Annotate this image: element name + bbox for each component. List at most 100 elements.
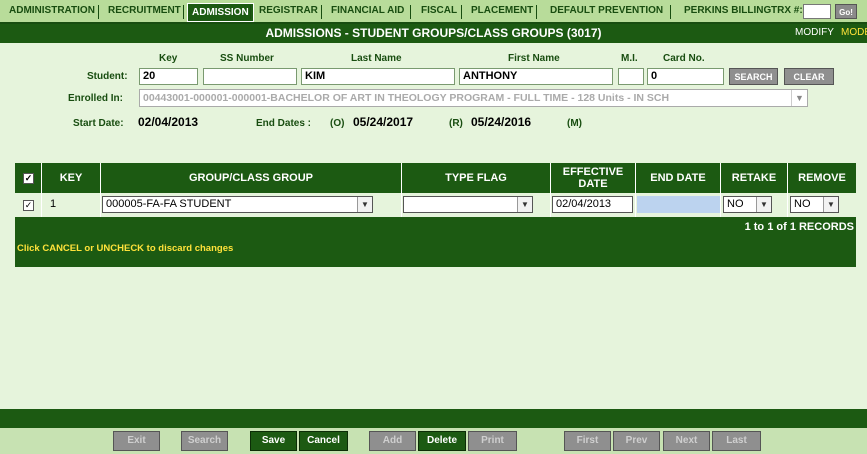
header-group: GROUP/CLASS GROUP xyxy=(101,163,402,193)
header-effective-line2: DATE xyxy=(578,178,608,190)
select-all-checkbox[interactable]: ✓ xyxy=(23,173,34,184)
page-title: ADMISSIONS - STUDENT GROUPS/CLASS GROUPS… xyxy=(265,26,602,40)
go-button[interactable]: Go! xyxy=(835,4,857,19)
chevron-down-icon: ▼ xyxy=(756,197,771,212)
enrolled-in-value: 00443001-000001-000001-BACHELOR OF ART I… xyxy=(143,92,670,104)
title-bar: ADMISSIONS - STUDENT GROUPS/CLASS GROUPS… xyxy=(0,24,867,43)
end-date-o-value: 05/24/2017 xyxy=(353,115,414,129)
row-key: 1 xyxy=(50,198,57,210)
row-key-cell: 1 xyxy=(42,193,101,217)
enrolled-in-select[interactable]: 00443001-000001-000001-BACHELOR OF ART I… xyxy=(139,89,808,107)
header-key: KEY xyxy=(42,163,101,193)
tab-separator xyxy=(410,5,411,19)
tab-financial-aid[interactable]: FINANCIAL AID xyxy=(331,5,404,21)
mi-field[interactable] xyxy=(618,68,644,85)
card-no-field[interactable]: 0 xyxy=(647,68,724,85)
first-name-field[interactable]: ANTHONY xyxy=(459,68,613,85)
add-button[interactable]: Add xyxy=(369,431,416,451)
tab-separator xyxy=(461,5,462,19)
end-date-field[interactable] xyxy=(637,196,720,213)
row-select-cell: ✓ xyxy=(15,193,42,217)
card-no-column-label: Card No. xyxy=(663,53,705,64)
header-remove: REMOVE xyxy=(798,172,846,184)
search-footer-button[interactable]: Search xyxy=(181,431,228,451)
end-date-m-label: (M) xyxy=(567,118,582,129)
prev-button[interactable]: Prev xyxy=(613,431,660,451)
tab-registrar[interactable]: REGISTRAR xyxy=(259,5,318,21)
save-button[interactable]: Save xyxy=(250,431,297,451)
delete-button[interactable]: Delete xyxy=(418,431,466,451)
row-group-cell: 000005-FA-FA STUDENT ▼ xyxy=(101,193,402,217)
mode-indicator: MODE xyxy=(841,27,867,38)
last-name-column-label: Last Name xyxy=(351,53,402,64)
header-end-date: END DATE xyxy=(636,163,721,193)
cancel-button[interactable]: Cancel xyxy=(299,431,348,451)
groups-grid: ✓ KEY GROUP/CLASS GROUP TYPE FLAG EFFECT… xyxy=(15,163,856,267)
tab-admission[interactable]: ADMISSION xyxy=(187,3,254,22)
discard-message: Click CANCEL or UNCHECK to discard chang… xyxy=(17,243,234,254)
mi-column-label: M.I. xyxy=(621,53,638,64)
first-button[interactable]: First xyxy=(564,431,611,451)
end-dates-label: End Dates : xyxy=(256,118,312,129)
tab-default-prevention[interactable]: DEFAULT PREVENTION xyxy=(550,5,663,21)
table-row: ✓ 1 000005-FA-FA STUDENT ▼ ▼ 02/04/2013 … xyxy=(15,193,856,217)
type-flag-select[interactable]: ▼ xyxy=(403,196,533,213)
first-name-column-label: First Name xyxy=(508,53,560,64)
last-name-field[interactable]: KIM xyxy=(301,68,455,85)
ssn-field[interactable] xyxy=(203,68,297,85)
group-select-value: 000005-FA-FA STUDENT xyxy=(106,198,232,210)
last-button[interactable]: Last xyxy=(712,431,761,451)
tab-separator xyxy=(670,5,671,19)
tab-separator xyxy=(183,5,184,19)
next-button[interactable]: Next xyxy=(663,431,710,451)
remove-select[interactable]: NO ▼ xyxy=(790,196,839,213)
student-key-field[interactable]: 20 xyxy=(139,68,198,85)
tab-separator xyxy=(250,5,251,19)
start-date-value: 02/04/2013 xyxy=(138,115,199,129)
retake-select[interactable]: NO ▼ xyxy=(723,196,772,213)
row-checkbox[interactable]: ✓ xyxy=(23,200,34,211)
tab-separator xyxy=(98,5,99,19)
start-date-label: Start Date: xyxy=(73,118,124,129)
chevron-down-icon: ▼ xyxy=(791,90,807,106)
tab-placement[interactable]: PLACEMENT xyxy=(471,5,533,21)
retake-value: NO xyxy=(727,198,744,210)
exit-button[interactable]: Exit xyxy=(113,431,160,451)
search-button[interactable]: SEARCH xyxy=(729,68,778,85)
row-remove-cell: NO ▼ xyxy=(788,193,856,217)
chevron-down-icon: ▼ xyxy=(517,197,532,212)
remove-value: NO xyxy=(794,198,811,210)
print-button[interactable]: Print xyxy=(468,431,517,451)
tab-recruitment[interactable]: RECRUITMENT xyxy=(108,5,181,21)
end-date-r-value: 05/24/2016 xyxy=(471,115,532,129)
top-nav: ADMINISTRATION RECRUITMENT ADMISSION REG… xyxy=(0,0,867,24)
tab-separator xyxy=(536,5,537,19)
header-retake: RETAKE xyxy=(721,163,788,193)
tab-fiscal[interactable]: FISCAL xyxy=(421,5,457,21)
chevron-down-icon: ▼ xyxy=(357,197,372,212)
end-date-r-label: (R) xyxy=(449,118,463,129)
row-end-cell xyxy=(636,193,721,217)
row-retake-cell: NO ▼ xyxy=(721,193,788,217)
row-type-cell: ▼ xyxy=(402,193,551,217)
trx-label: TRX #: xyxy=(771,5,803,16)
clear-button[interactable]: CLEAR xyxy=(784,68,834,85)
records-count: 1 to 1 of 1 RECORDS xyxy=(744,221,854,233)
group-select[interactable]: 000005-FA-FA STUDENT ▼ xyxy=(102,196,373,213)
header-effective-date: EFFECTIVE DATE xyxy=(551,163,636,193)
modify-link[interactable]: MODIFY xyxy=(795,27,834,38)
trx-input[interactable] xyxy=(803,4,831,19)
effective-date-field[interactable]: 02/04/2013 xyxy=(552,196,633,213)
end-date-o-label: (O) xyxy=(330,118,345,129)
tab-separator xyxy=(321,5,322,19)
footer-toolbar: Exit Search Save Cancel Add Delete Print… xyxy=(0,428,867,454)
student-label: Student: xyxy=(87,71,128,82)
header-select-all: ✓ xyxy=(15,163,42,193)
enrolled-in-label: Enrolled In: xyxy=(68,93,123,104)
bottom-bar xyxy=(0,409,867,428)
header-effective-line1: EFFECTIVE xyxy=(562,166,624,178)
header-type-flag: TYPE FLAG xyxy=(402,163,551,193)
tab-administration[interactable]: ADMINISTRATION xyxy=(9,5,95,21)
tab-perkins-billing[interactable]: PERKINS BILLING xyxy=(684,5,771,21)
chevron-down-icon: ▼ xyxy=(823,197,838,212)
